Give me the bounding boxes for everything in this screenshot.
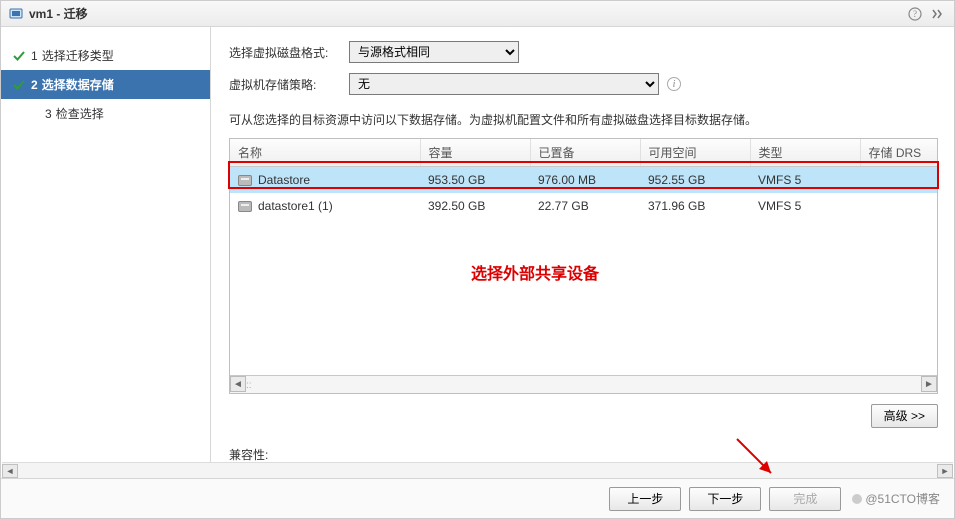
migration-wizard-window: vm1 - 迁移 ? 1 选择迁移类型 2 选择数据存储 3 检查选择 (0, 0, 955, 519)
step-num: 2 (31, 78, 38, 92)
storage-policy-label: 虚拟机存储策略: (229, 76, 349, 93)
main-panel: 选择虚拟磁盘格式: 与源格式相同 虚拟机存储策略: 无 i 可从您选择的目标资源… (211, 27, 954, 478)
datastore-icon (238, 201, 252, 212)
cell-drs (860, 193, 937, 219)
cell-type: VMFS 5 (750, 167, 860, 193)
wizard-body: 1 选择迁移类型 2 选择数据存储 3 检查选择 选择虚拟磁盘格式: 与源格式相… (1, 27, 954, 478)
table-header-row: 名称 容量 已置备 可用空间 类型 存储 DRS (230, 139, 937, 167)
table-row[interactable]: datastore1 (1) 392.50 GB 22.77 GB 371.96… (230, 193, 937, 219)
table-empty-space (230, 219, 937, 375)
cell-name: datastore1 (1) (258, 199, 333, 213)
step-label: 检查选择 (56, 105, 104, 122)
titlebar: vm1 - 迁移 ? (1, 1, 954, 27)
vm-icon (9, 7, 23, 21)
advanced-row: 高级 >> (229, 404, 938, 428)
step-num: 3 (45, 107, 52, 121)
datastore-icon (238, 175, 252, 186)
scroll-right-icon[interactable]: ► (921, 376, 937, 392)
cell-drs (860, 167, 937, 193)
watermark: @51CTO博客 (851, 490, 940, 507)
storage-policy-row: 虚拟机存储策略: 无 i (229, 73, 938, 95)
step-2-select-datastore[interactable]: 2 选择数据存储 (1, 70, 210, 99)
datastore-description: 可从您选择的目标资源中访问以下数据存储。为虚拟机配置文件和所有虚拟磁盘选择目标数… (229, 111, 938, 128)
table-horizontal-scrollbar[interactable]: ◄ :: ► (230, 375, 937, 393)
info-icon[interactable]: i (667, 77, 681, 91)
cell-capacity: 953.50 GB (420, 167, 530, 193)
scroll-grip-icon[interactable]: :: (246, 380, 252, 391)
col-capacity[interactable]: 容量 (420, 139, 530, 167)
col-provisioned[interactable]: 已置备 (530, 139, 640, 167)
cell-capacity: 392.50 GB (420, 193, 530, 219)
step-label: 选择数据存储 (42, 76, 114, 93)
back-button[interactable]: 上一步 (609, 487, 681, 511)
disk-format-select[interactable]: 与源格式相同 (349, 41, 519, 63)
scroll-left-icon[interactable]: ◄ (2, 464, 18, 478)
cell-provisioned: 976.00 MB (530, 167, 640, 193)
cell-type: VMFS 5 (750, 193, 860, 219)
col-name[interactable]: 名称 (230, 139, 420, 167)
disk-format-label: 选择虚拟磁盘格式: (229, 44, 349, 61)
scroll-left-icon[interactable]: ◄ (230, 376, 246, 392)
svg-text:?: ? (913, 9, 917, 19)
step-3-review[interactable]: 3 检查选择 (1, 99, 210, 128)
cell-free: 371.96 GB (640, 193, 750, 219)
datastore-table: 名称 容量 已置备 可用空间 类型 存储 DRS Datastore 953.5… (230, 139, 937, 375)
datastore-table-container: 名称 容量 已置备 可用空间 类型 存储 DRS Datastore 953.5… (229, 138, 938, 394)
col-type[interactable]: 类型 (750, 139, 860, 167)
step-label: 选择迁移类型 (42, 47, 114, 64)
window-title: vm1 - 迁移 (29, 5, 88, 22)
col-free[interactable]: 可用空间 (640, 139, 750, 167)
check-icon (11, 78, 27, 92)
advanced-button[interactable]: 高级 >> (871, 404, 938, 428)
disk-format-row: 选择虚拟磁盘格式: 与源格式相同 (229, 41, 938, 63)
wizard-footer: 上一步 下一步 完成 @51CTO博客 (1, 478, 954, 518)
help-icon[interactable]: ? (906, 5, 924, 23)
cell-name: Datastore (258, 173, 310, 187)
window-horizontal-scrollbar[interactable]: ◄ ► (2, 462, 953, 478)
compatibility-label: 兼容性: (229, 446, 938, 463)
collapse-icon[interactable] (928, 5, 946, 23)
cell-free: 952.55 GB (640, 167, 750, 193)
finish-button: 完成 (769, 487, 841, 511)
step-num: 1 (31, 49, 38, 63)
col-drs[interactable]: 存储 DRS (860, 139, 937, 167)
check-icon (11, 49, 27, 63)
steps-sidebar: 1 选择迁移类型 2 选择数据存储 3 检查选择 (1, 27, 211, 478)
step-1-migration-type[interactable]: 1 选择迁移类型 (1, 41, 210, 70)
scroll-right-icon[interactable]: ► (937, 464, 953, 478)
cell-provisioned: 22.77 GB (530, 193, 640, 219)
next-button[interactable]: 下一步 (689, 487, 761, 511)
table-row[interactable]: Datastore 953.50 GB 976.00 MB 952.55 GB … (230, 167, 937, 193)
storage-policy-select[interactable]: 无 (349, 73, 659, 95)
